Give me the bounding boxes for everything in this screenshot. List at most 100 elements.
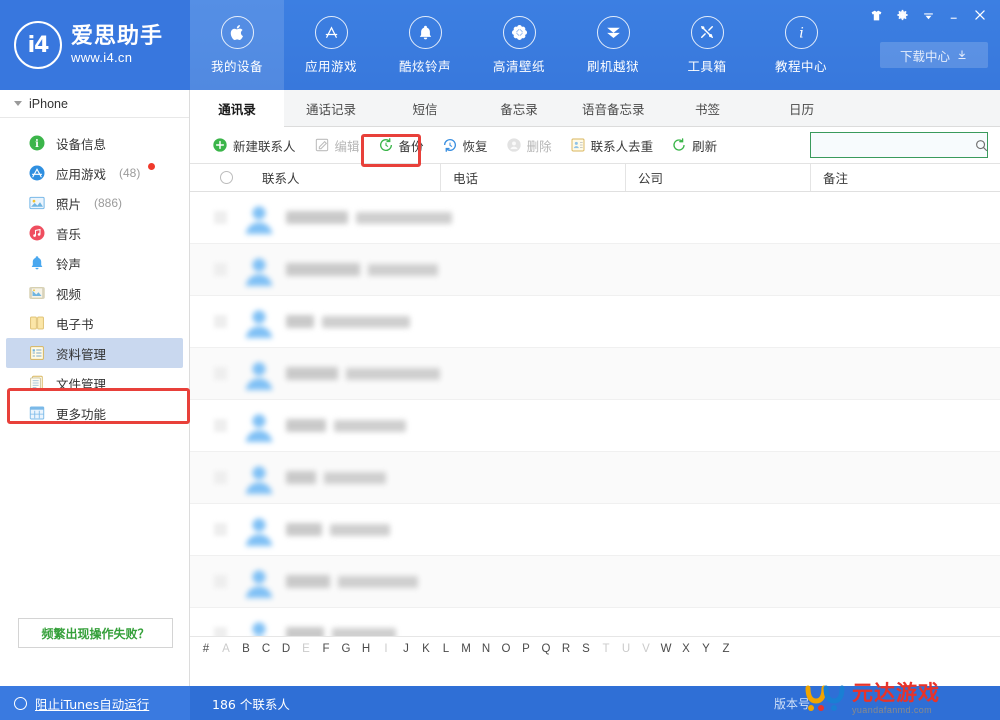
row-checkbox[interactable] (190, 367, 250, 380)
minimize-icon[interactable] (942, 4, 966, 26)
nav-tab-wallpapers[interactable]: 高清壁纸 (472, 0, 566, 90)
close-icon[interactable] (968, 4, 992, 26)
table-row[interactable] (190, 504, 1000, 556)
download-center-button[interactable]: 下载中心 (880, 42, 988, 68)
sidebar-item-ebooks[interactable]: 电子书 (6, 308, 183, 338)
delete-contact-button[interactable]: 删除 (498, 133, 560, 158)
row-checkbox[interactable] (190, 263, 250, 276)
table-row[interactable] (190, 296, 1000, 348)
column-header-note[interactable]: 备注 (810, 164, 1000, 191)
select-all-checkbox[interactable] (190, 164, 250, 191)
tab-label: 通讯录 (218, 101, 256, 117)
sidebar-device-header[interactable]: iPhone (0, 90, 189, 118)
sidebar-item-videos[interactable]: 视频 (6, 278, 183, 308)
sidebar-item-more-features[interactable]: 更多功能 (6, 398, 183, 428)
row-checkbox[interactable] (190, 211, 250, 224)
nav-tab-apps-games[interactable]: 应用游戏 (284, 0, 378, 90)
tab-notes[interactable]: 备忘录 (472, 90, 566, 126)
row-checkbox[interactable] (190, 419, 250, 432)
alphabet-index-n[interactable]: N (476, 643, 496, 655)
skin-icon[interactable] (864, 4, 888, 26)
refresh-button[interactable]: 刷新 (663, 133, 725, 158)
nav-tab-tutorials[interactable]: i 教程中心 (754, 0, 848, 90)
table-row[interactable] (190, 556, 1000, 608)
table-row[interactable] (190, 400, 1000, 452)
new-contact-button[interactable]: 新建联系人 (204, 133, 304, 158)
alphabet-index-o[interactable]: O (496, 643, 516, 655)
sidebar-item-photos[interactable]: 照片 (886) (6, 188, 183, 218)
backup-button[interactable]: 备份 (370, 133, 432, 158)
alphabet-index-l[interactable]: L (436, 643, 456, 655)
backup-arrow-icon (378, 137, 394, 153)
tab-call-history[interactable]: 通话记录 (284, 90, 378, 126)
edit-contact-button[interactable]: 编辑 (306, 133, 368, 158)
column-header-phone[interactable]: 电话 (440, 164, 625, 191)
alphabet-index-f[interactable]: F (316, 643, 336, 655)
contacts-list[interactable] (190, 192, 1000, 636)
alphabet-index-z[interactable]: Z (716, 643, 736, 655)
tab-sms[interactable]: 短信 (378, 90, 472, 126)
alphabet-index-t[interactable]: T (596, 643, 616, 655)
contact-name (286, 263, 360, 276)
avatar (242, 513, 276, 547)
alphabet-index-j[interactable]: J (396, 643, 416, 655)
alphabet-index-y[interactable]: Y (696, 643, 716, 655)
dedupe-contacts-button[interactable]: 联系人去重 (562, 133, 662, 158)
alphabet-index-a[interactable]: A (216, 643, 236, 655)
block-itunes-toggle[interactable]: 阻止iTunes自动运行 (0, 686, 190, 720)
row-checkbox[interactable] (190, 523, 250, 536)
sidebar-item-music[interactable]: 音乐 (6, 218, 183, 248)
alphabet-index-e[interactable]: E (296, 643, 316, 655)
alphabet-index-u[interactable]: U (616, 643, 636, 655)
alphabet-index-w[interactable]: W (656, 643, 676, 655)
alphabet-index-p[interactable]: P (516, 643, 536, 655)
alphabet-index-b[interactable]: B (236, 643, 256, 655)
alphabet-index-bar[interactable]: # A B C D E F G H I J K L M N O P Q R S T U V W X Y Z (190, 636, 1000, 660)
row-checkbox[interactable] (190, 575, 250, 588)
sidebar-item-device-info[interactable]: i 设备信息 (6, 128, 183, 158)
alphabet-index-x[interactable]: X (676, 643, 696, 655)
nav-tab-my-device[interactable]: 我的设备 (190, 0, 284, 90)
alphabet-index-v[interactable]: V (636, 643, 656, 655)
alphabet-index-r[interactable]: R (556, 643, 576, 655)
search-box[interactable] (810, 132, 988, 158)
nav-tab-ringtones[interactable]: 酷炫铃声 (378, 0, 472, 90)
alphabet-index-k[interactable]: K (416, 643, 436, 655)
alphabet-index-g[interactable]: G (336, 643, 356, 655)
restore-button[interactable]: 恢复 (434, 133, 496, 158)
alphabet-index-hash[interactable]: # (196, 643, 216, 655)
table-row[interactable] (190, 608, 1000, 636)
alphabet-index-c[interactable]: C (256, 643, 276, 655)
column-header-name[interactable]: 联系人 (250, 164, 440, 191)
alphabet-index-m[interactable]: M (456, 643, 476, 655)
alphabet-index-s[interactable]: S (576, 643, 596, 655)
sidebar-item-file-management[interactable]: 文件管理 (6, 368, 183, 398)
menu-chevron-down-icon[interactable] (916, 4, 940, 26)
search-icon[interactable] (974, 138, 989, 153)
sidebar-list: i 设备信息 应用游戏 (48) 照片 (886) 音乐 铃声 视频 电子书 资… (0, 118, 189, 428)
nav-tab-toolbox[interactable]: 工具箱 (660, 0, 754, 90)
troubleshoot-help-button[interactable]: 频繁出现操作失败？ (18, 618, 173, 648)
sidebar-item-data-management[interactable]: 资料管理 (6, 338, 183, 368)
alphabet-index-d[interactable]: D (276, 643, 296, 655)
sidebar-item-ringtones[interactable]: 铃声 (6, 248, 183, 278)
alphabet-index-q[interactable]: Q (536, 643, 556, 655)
search-input[interactable] (811, 137, 974, 153)
row-checkbox[interactable] (190, 471, 250, 484)
sidebar-item-apps-games[interactable]: 应用游戏 (48) (6, 158, 183, 188)
table-row[interactable] (190, 192, 1000, 244)
nav-tab-flash-jailbreak[interactable]: 刷机越狱 (566, 0, 660, 90)
tab-voice-memos[interactable]: 语音备忘录 (566, 90, 661, 126)
table-row[interactable] (190, 244, 1000, 296)
settings-gear-icon[interactable] (890, 4, 914, 26)
table-row[interactable] (190, 452, 1000, 504)
tab-bookmarks[interactable]: 书签 (661, 90, 755, 126)
alphabet-index-i[interactable]: I (376, 643, 396, 655)
row-checkbox[interactable] (190, 627, 250, 636)
table-row[interactable] (190, 348, 1000, 400)
alphabet-index-h[interactable]: H (356, 643, 376, 655)
tab-calendar[interactable]: 日历 (755, 90, 849, 126)
row-checkbox[interactable] (190, 315, 250, 328)
column-header-company[interactable]: 公司 (625, 164, 810, 191)
tab-contacts[interactable]: 通讯录 (190, 90, 284, 127)
